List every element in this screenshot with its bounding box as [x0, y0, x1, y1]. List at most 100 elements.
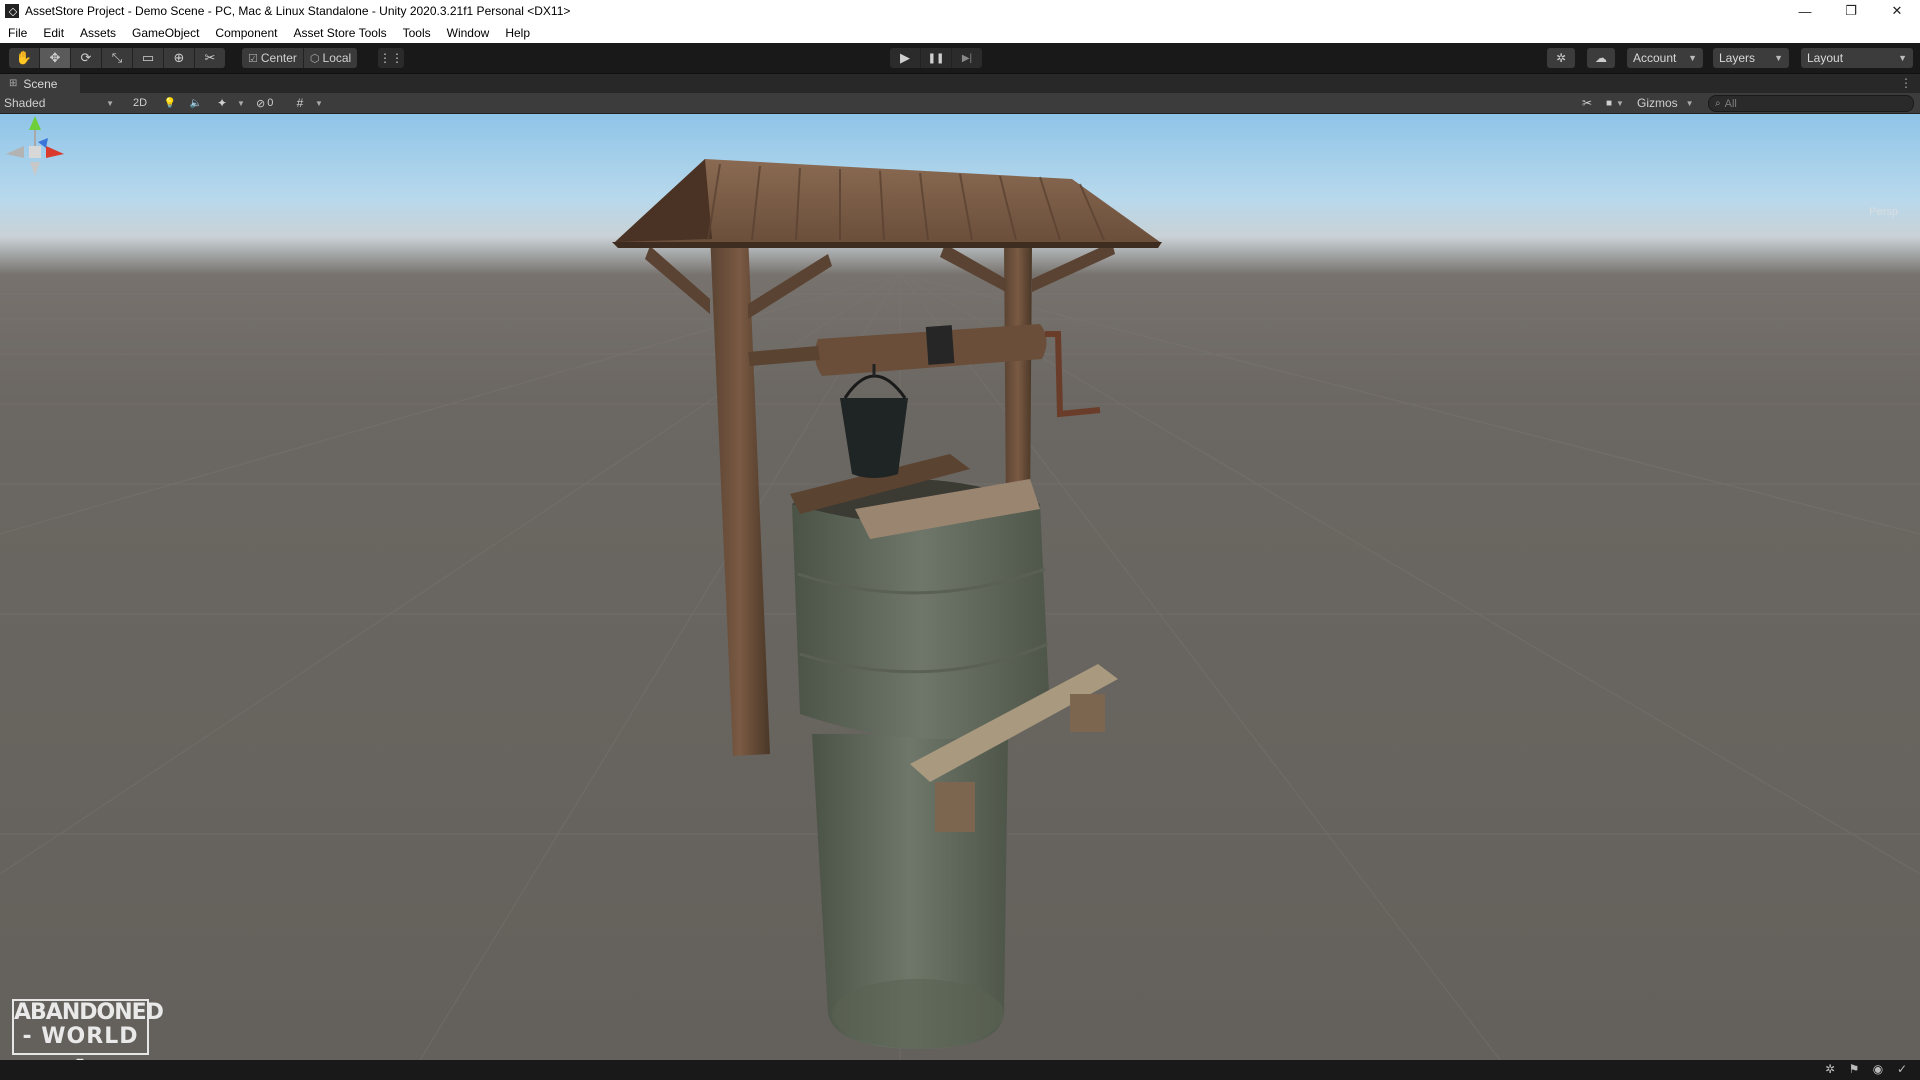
- cloud-button[interactable]: ☁: [1587, 48, 1615, 68]
- menu-gameobject[interactable]: GameObject: [124, 26, 207, 40]
- grid-snap-icon: ⋮⋮: [379, 51, 403, 65]
- account-dropdown[interactable]: Account ▼: [1627, 48, 1703, 68]
- cloud-icon: ☁: [1595, 51, 1607, 65]
- chevron-down-icon: ▼: [1616, 98, 1624, 108]
- search-icon: ⌕: [1715, 98, 1721, 109]
- menu-tools[interactable]: Tools: [395, 26, 439, 40]
- well-crank-handle: [1045, 331, 1101, 418]
- tools-icon: ✂: [1581, 96, 1593, 110]
- abandoned-world-logo: ABANDONED - WORLD -: [12, 999, 164, 1073]
- account-label: Account: [1633, 51, 1677, 65]
- layers-label: Layers: [1719, 51, 1756, 65]
- play-controls: ▶ ❚❚ ▶|: [890, 48, 982, 68]
- main-toolbar: ✋ ✥ ⟳ ⤡ ▭ ⊕ ✂ ☑ Center ⬡ Local ⋮⋮ ▶ ❚❚ ▶…: [0, 43, 1920, 74]
- local-label: Local: [322, 51, 352, 65]
- scene-tab-bar: ⊞ Scene ⋮: [0, 74, 1920, 93]
- pivot-center-button[interactable]: ☑ Center: [242, 48, 304, 68]
- maximize-button[interactable]: ❐: [1828, 0, 1874, 22]
- step-button[interactable]: ▶|: [952, 48, 982, 68]
- rotate-tool-button[interactable]: ⟳: [71, 48, 102, 68]
- scene-render: [0, 159, 1920, 1060]
- 2d-toggle[interactable]: 2D: [127, 94, 153, 112]
- menu-component[interactable]: Component: [207, 26, 285, 40]
- scene-tools-button[interactable]: ✂: [1576, 94, 1598, 112]
- kebab-menu-icon[interactable]: ⋮: [1900, 76, 1912, 90]
- grid-dropdown[interactable]: ▼: [315, 94, 323, 112]
- pivot-toggles: ☑ Center ⬡ Local: [242, 48, 358, 68]
- rect-icon: ▭: [141, 50, 155, 65]
- collab-status-icon[interactable]: ✲: [1818, 1062, 1842, 1076]
- gizmos-dropdown[interactable]: Gizmos ▼: [1637, 94, 1694, 112]
- pause-icon: ❚❚: [927, 52, 945, 64]
- camera-icon: ■: [1606, 97, 1613, 109]
- menu-edit[interactable]: Edit: [35, 26, 72, 40]
- move-tool-button[interactable]: ✥: [40, 48, 71, 68]
- hidden-count: 0: [267, 97, 274, 109]
- effects-icon: ✦: [216, 96, 228, 110]
- grid-snap-button[interactable]: ⋮⋮: [378, 48, 404, 68]
- move-icon: ✥: [49, 50, 61, 65]
- menu-assets[interactable]: Assets: [72, 26, 124, 40]
- status-bar: ✲ ⚑ ◉ ✓: [0, 1060, 1920, 1080]
- gizmos-label: Gizmos: [1637, 96, 1678, 110]
- search-placeholder: All: [1724, 97, 1737, 110]
- transform-tool-button[interactable]: ⊕: [164, 48, 195, 68]
- tab-scene[interactable]: ⊞ Scene: [0, 74, 80, 93]
- grid-icon: #: [296, 96, 304, 110]
- debug-status-icon[interactable]: ◉: [1866, 1062, 1890, 1076]
- step-icon: ▶|: [961, 52, 973, 64]
- collab-button[interactable]: ✲: [1547, 48, 1575, 68]
- hidden-eye-icon: ⊘: [256, 97, 266, 110]
- well-back-post: [1004, 244, 1032, 514]
- chevron-down-icon: ▼: [106, 98, 114, 108]
- unity-logo-icon: [5, 4, 19, 18]
- orientation-gizmo[interactable]: [0, 114, 70, 184]
- speaker-icon: 🔈: [189, 97, 203, 109]
- menu-help[interactable]: Help: [497, 26, 538, 40]
- projection-label[interactable]: Persp: [1869, 206, 1898, 218]
- menu-asset-store-tools[interactable]: Asset Store Tools: [285, 26, 394, 40]
- flag-status-icon[interactable]: ⚑: [1842, 1062, 1866, 1076]
- layout-dropdown[interactable]: Layout ▼: [1801, 48, 1913, 68]
- well-front-post: [710, 234, 770, 756]
- rect-tool-button[interactable]: ▭: [133, 48, 164, 68]
- grid-toggle[interactable]: #: [289, 94, 311, 112]
- pivot-local-button[interactable]: ⬡ Local: [303, 48, 358, 68]
- minimize-button[interactable]: —: [1782, 0, 1828, 22]
- audio-toggle[interactable]: 🔈: [185, 94, 207, 112]
- chevron-down-icon: ▼: [1898, 53, 1907, 63]
- rotate-icon: ⟳: [80, 50, 92, 65]
- window-title: AssetStore Project - Demo Scene - PC, Ma…: [25, 4, 571, 18]
- scene-search-input[interactable]: ⌕ All: [1708, 95, 1914, 112]
- check-status-icon[interactable]: ✓: [1890, 1062, 1914, 1076]
- logo-line-1: ABANDONED: [14, 1000, 164, 1025]
- layout-label: Layout: [1807, 51, 1844, 65]
- gizmo-x-axis-icon: [46, 146, 64, 158]
- custom-tool-button[interactable]: ✂: [195, 48, 225, 68]
- title-bar: AssetStore Project - Demo Scene - PC, Ma…: [0, 0, 1920, 22]
- draw-mode-dropdown[interactable]: Shaded ▼: [4, 94, 118, 112]
- effects-toggle[interactable]: ✦: [211, 94, 233, 112]
- hidden-objects-toggle[interactable]: ⊘ 0: [256, 94, 286, 112]
- scene-grid-icon: ⊞: [9, 78, 18, 89]
- menu-window[interactable]: Window: [439, 26, 498, 40]
- play-icon: ▶: [900, 50, 910, 65]
- custom-tool-icon: ✂: [204, 50, 216, 65]
- hand-tool-button[interactable]: ✋: [9, 48, 40, 68]
- effects-dropdown[interactable]: ▼: [237, 94, 245, 112]
- menu-file[interactable]: File: [0, 26, 35, 40]
- local-icon: ⬡: [309, 52, 320, 65]
- camera-settings-dropdown[interactable]: ■ ▼: [1606, 94, 1624, 112]
- close-button[interactable]: ✕: [1874, 0, 1920, 22]
- scale-tool-button[interactable]: ⤡: [102, 48, 133, 68]
- layers-dropdown[interactable]: Layers ▼: [1713, 48, 1789, 68]
- lighting-toggle[interactable]: 💡: [159, 94, 181, 112]
- play-button[interactable]: ▶: [890, 48, 921, 68]
- pause-button[interactable]: ❚❚: [921, 48, 952, 68]
- scale-icon: ⤡: [111, 50, 123, 65]
- chevron-down-icon: ▼: [1688, 53, 1697, 63]
- scene-viewport[interactable]: Persp: [0, 114, 1920, 1060]
- pivot-icon: ☑: [248, 52, 258, 65]
- scene-view-toolbar: Shaded ▼ 2D 💡 🔈 ✦ ▼ ⊘ 0 # ▼ ✂ ■ ▼ Gizmos…: [0, 93, 1920, 114]
- well-shaft-bottom: [832, 979, 1004, 1049]
